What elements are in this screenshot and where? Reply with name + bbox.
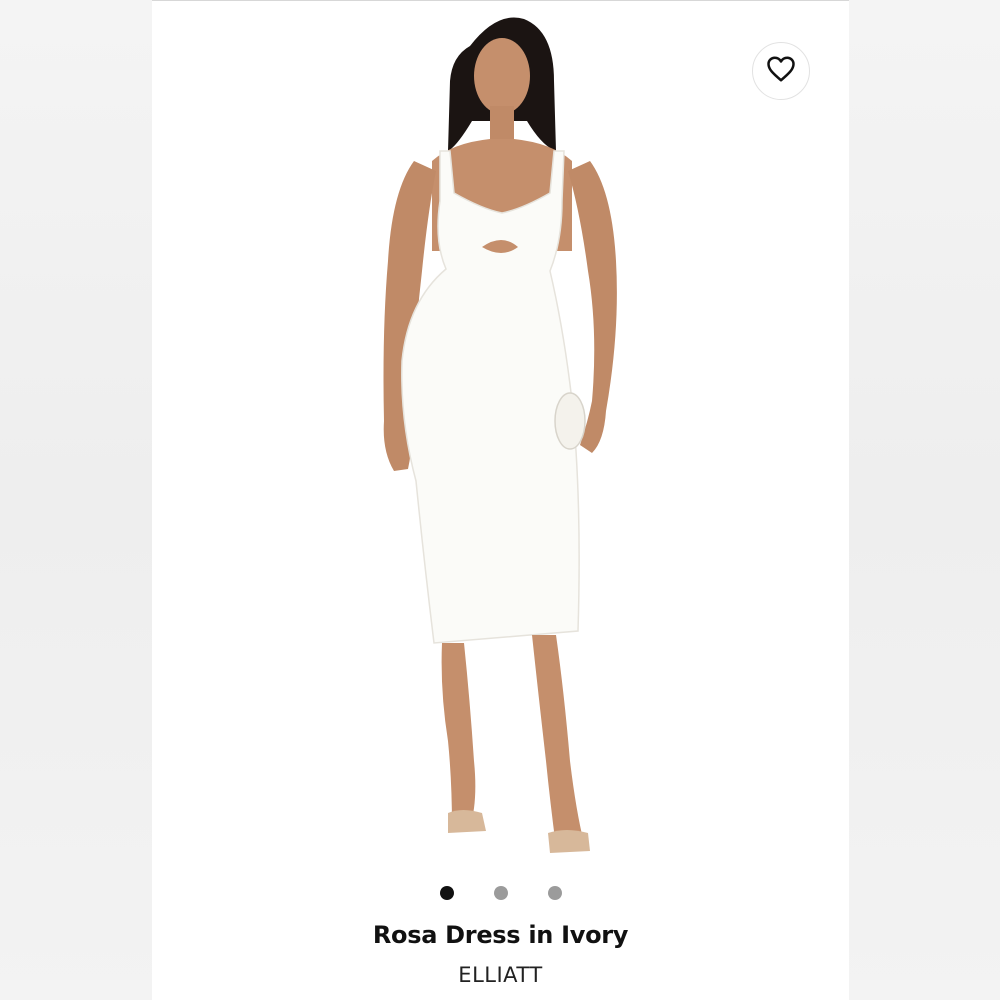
carousel-dot-2[interactable] [493, 886, 508, 900]
product-card: Rosa Dress in Ivory ELLIATT [152, 0, 849, 1000]
favorite-button[interactable] [752, 42, 810, 100]
product-title[interactable]: Rosa Dress in Ivory [152, 921, 849, 949]
product-image[interactable] [152, 1, 849, 871]
carousel-indicators [152, 886, 849, 900]
background-blur-left [0, 0, 152, 1000]
heart-outline-icon [766, 55, 796, 88]
background-blur-right [848, 0, 1000, 1000]
carousel-dot-3[interactable] [547, 886, 562, 900]
product-brand[interactable]: ELLIATT [152, 963, 849, 987]
screenshot-stage: Rosa Dress in Ivory ELLIATT [0, 0, 1000, 1000]
carousel-dot-1[interactable] [439, 886, 454, 900]
